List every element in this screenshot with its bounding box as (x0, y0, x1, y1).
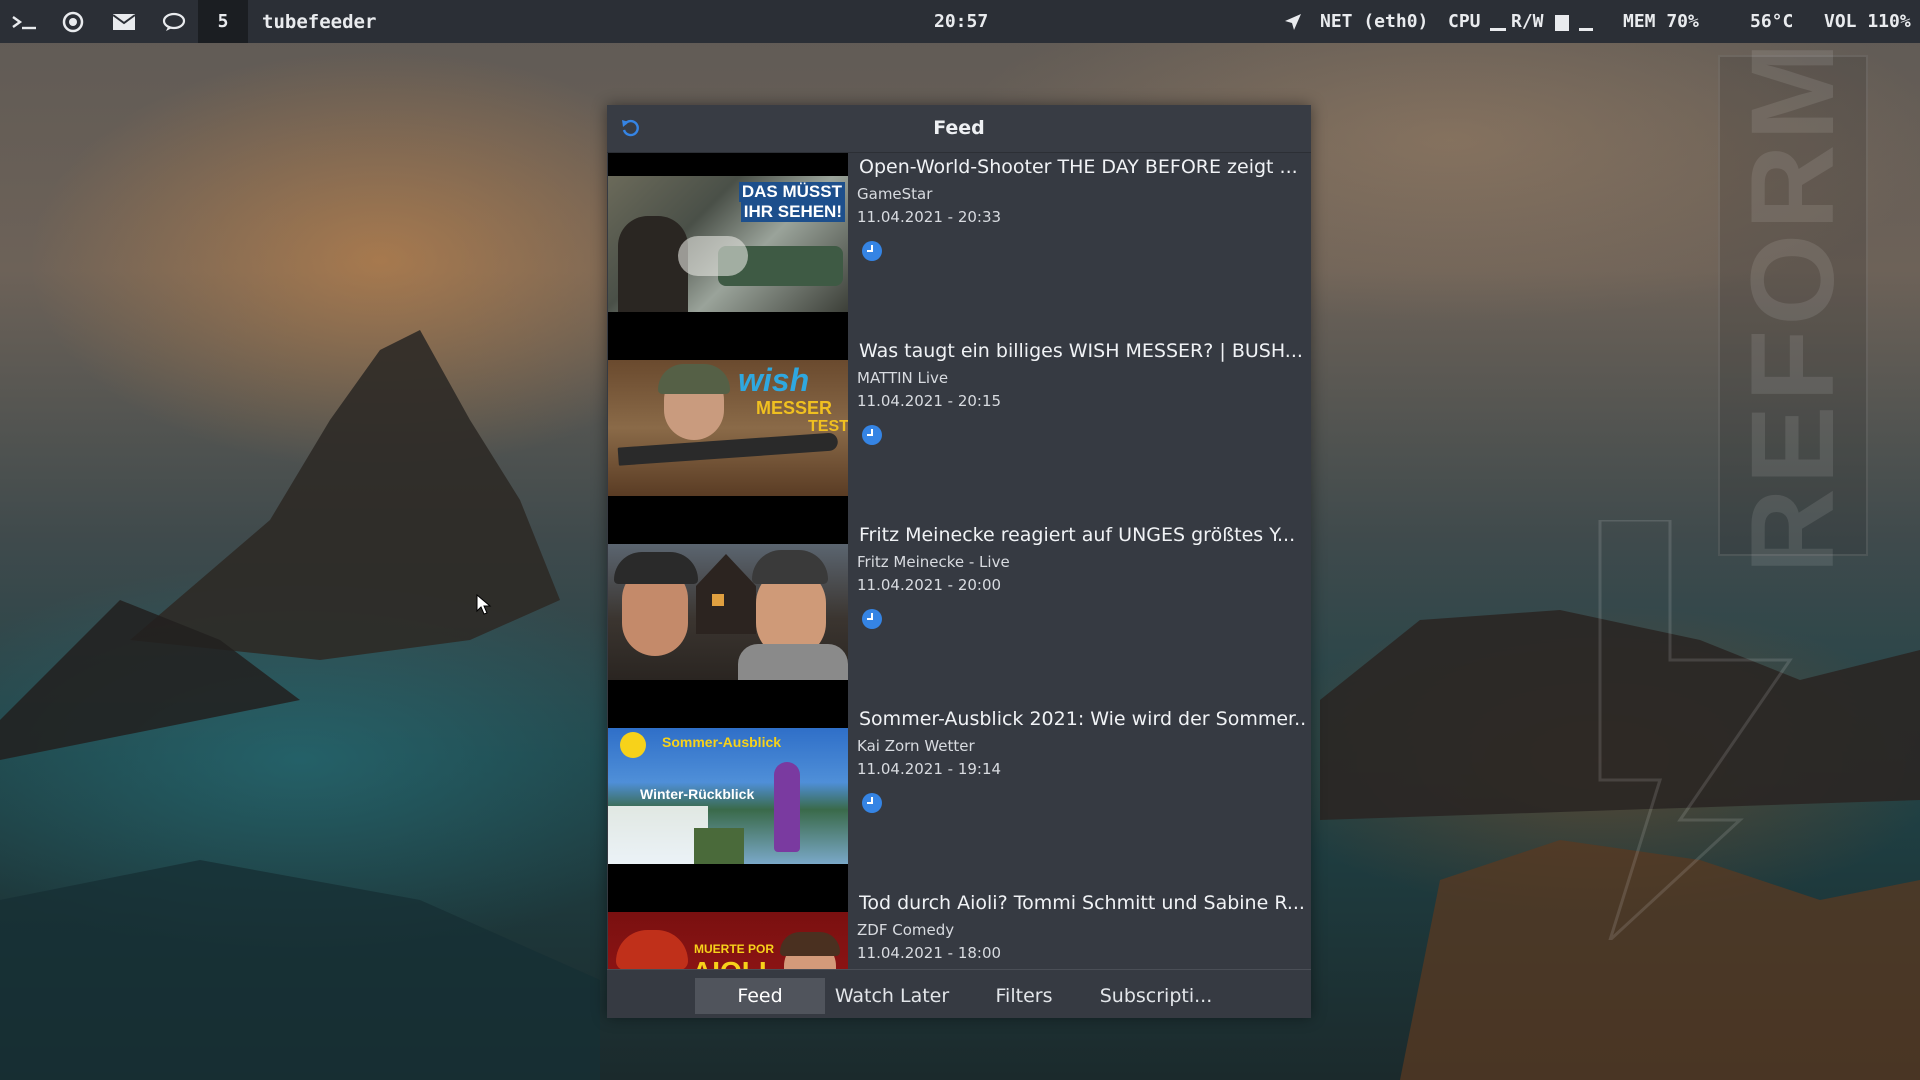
video-date: 11.04.2021 - 20:33 (857, 208, 1002, 226)
thumbnail-text: wish (738, 362, 810, 398)
active-window-title: tubefeeder (262, 10, 377, 33)
thumbnail-text: TEST (808, 418, 848, 435)
video-thumbnail[interactable]: MUERTE POR AIOLI (608, 889, 848, 969)
video-title[interactable]: Tod durch Aioli? Tommi Schmitt und Sabin… (859, 892, 1307, 914)
video-title[interactable]: Was taugt ein billiges WISH MESSER? | BU… (859, 340, 1307, 362)
cpu-graph (1490, 0, 1506, 43)
video-date: 11.04.2021 - 19:14 (857, 760, 1002, 778)
chat-icon[interactable] (162, 0, 186, 43)
clock-icon (862, 241, 882, 261)
tab-filters[interactable]: Filters (959, 978, 1089, 1014)
watch-later-button[interactable] (860, 239, 884, 263)
thumbnail-text: MUERTE POR (694, 942, 775, 956)
video-title[interactable]: Open-World-Shooter THE DAY BEFORE zeigt … (859, 156, 1307, 178)
clock: 20:57 (934, 11, 989, 32)
video-title[interactable]: Fritz Meinecke reagiert auf UNGES größte… (859, 524, 1307, 546)
video-item[interactable]: Fritz Meinecke reagiert auf UNGES größte… (607, 521, 1311, 705)
thumbnail-text: IHR SEHEN! (740, 202, 845, 222)
reform-watermark-text: REFORM (1727, 37, 1859, 574)
video-date: 11.04.2021 - 20:15 (857, 392, 1002, 410)
page-title: Feed (933, 117, 985, 139)
video-channel[interactable]: MATTIN Live (857, 369, 948, 387)
video-thumbnail[interactable]: DAS MÜSST IHR SEHEN! (608, 153, 848, 337)
thumbnail-text: MESSER (756, 398, 833, 418)
video-title[interactable]: Sommer-Ausblick 2021: Wie wird der Somme… (859, 708, 1307, 730)
tubefeeder-window: Feed DAS MÜSST IHR SEHEN! Open-World-Sho… (607, 105, 1311, 1018)
watch-later-button[interactable] (860, 423, 884, 447)
terminal-icon[interactable] (10, 0, 38, 43)
net-status: NET (eth0) (1320, 11, 1429, 32)
mouse-cursor-icon (476, 594, 492, 615)
clock-icon (862, 793, 882, 813)
header-bar: Feed (607, 105, 1311, 153)
thumbnail-text: Sommer-Ausblick (662, 734, 782, 750)
video-thumbnail[interactable] (608, 521, 848, 705)
rw-label: R/W (1511, 11, 1544, 32)
video-item[interactable]: MUERTE POR AIOLI Tod durch Aioli? Tommi … (607, 889, 1311, 969)
video-thumbnail[interactable]: Sommer-Ausblick Winter-Rückblick (608, 705, 848, 889)
memory-status: MEM 70% (1623, 11, 1699, 32)
video-thumbnail[interactable]: wish MESSER TEST (608, 337, 848, 521)
video-feed-list[interactable]: DAS MÜSST IHR SEHEN! Open-World-Shooter … (607, 153, 1311, 969)
thumbnail-text: DAS MÜSST (738, 182, 845, 202)
video-channel[interactable]: ZDF Comedy (857, 921, 954, 939)
tab-subscriptions[interactable]: Subscripti... (1091, 978, 1221, 1014)
watch-later-button[interactable] (860, 791, 884, 815)
video-channel[interactable]: Fritz Meinecke - Live (857, 553, 1010, 571)
video-item[interactable]: wish MESSER TEST Was taugt ein billiges … (607, 337, 1311, 521)
thumbnail-text: Winter-Rückblick (640, 786, 755, 802)
temperature-status: 56°C (1750, 11, 1794, 32)
watermark-bolt (1598, 520, 1793, 940)
mail-icon[interactable] (112, 0, 136, 43)
clock-icon (862, 609, 882, 629)
video-item[interactable]: Sommer-Ausblick Winter-Rückblick Sommer-… (607, 705, 1311, 889)
clock-icon (862, 425, 882, 445)
reform-watermark: REFORM (1718, 38, 1868, 573)
tab-feed[interactable]: Feed (695, 978, 825, 1014)
status-bar: 5 tubefeeder 20:57 NET (eth0) CPU R/W ME… (0, 0, 1920, 43)
video-date: 11.04.2021 - 18:00 (857, 944, 1002, 962)
video-channel[interactable]: Kai Zorn Wetter (857, 737, 975, 755)
video-date: 11.04.2021 - 20:00 (857, 576, 1002, 594)
rw-graph (1555, 0, 1595, 43)
cpu-label: CPU (1448, 11, 1481, 32)
tab-watch-later[interactable]: Watch Later (827, 978, 957, 1014)
browser-icon[interactable] (62, 0, 84, 43)
thumbnail-text: AIOLI (692, 956, 767, 969)
location-arrow-icon (1284, 0, 1302, 43)
video-channel[interactable]: GameStar (857, 185, 932, 203)
video-item[interactable]: DAS MÜSST IHR SEHEN! Open-World-Shooter … (607, 153, 1311, 337)
workspace-indicator[interactable]: 5 (198, 0, 248, 43)
watch-later-button[interactable] (860, 607, 884, 631)
volume-status: VOL 110% (1824, 11, 1911, 32)
view-switcher: Feed Watch Later Filters Subscripti... (607, 969, 1311, 1018)
